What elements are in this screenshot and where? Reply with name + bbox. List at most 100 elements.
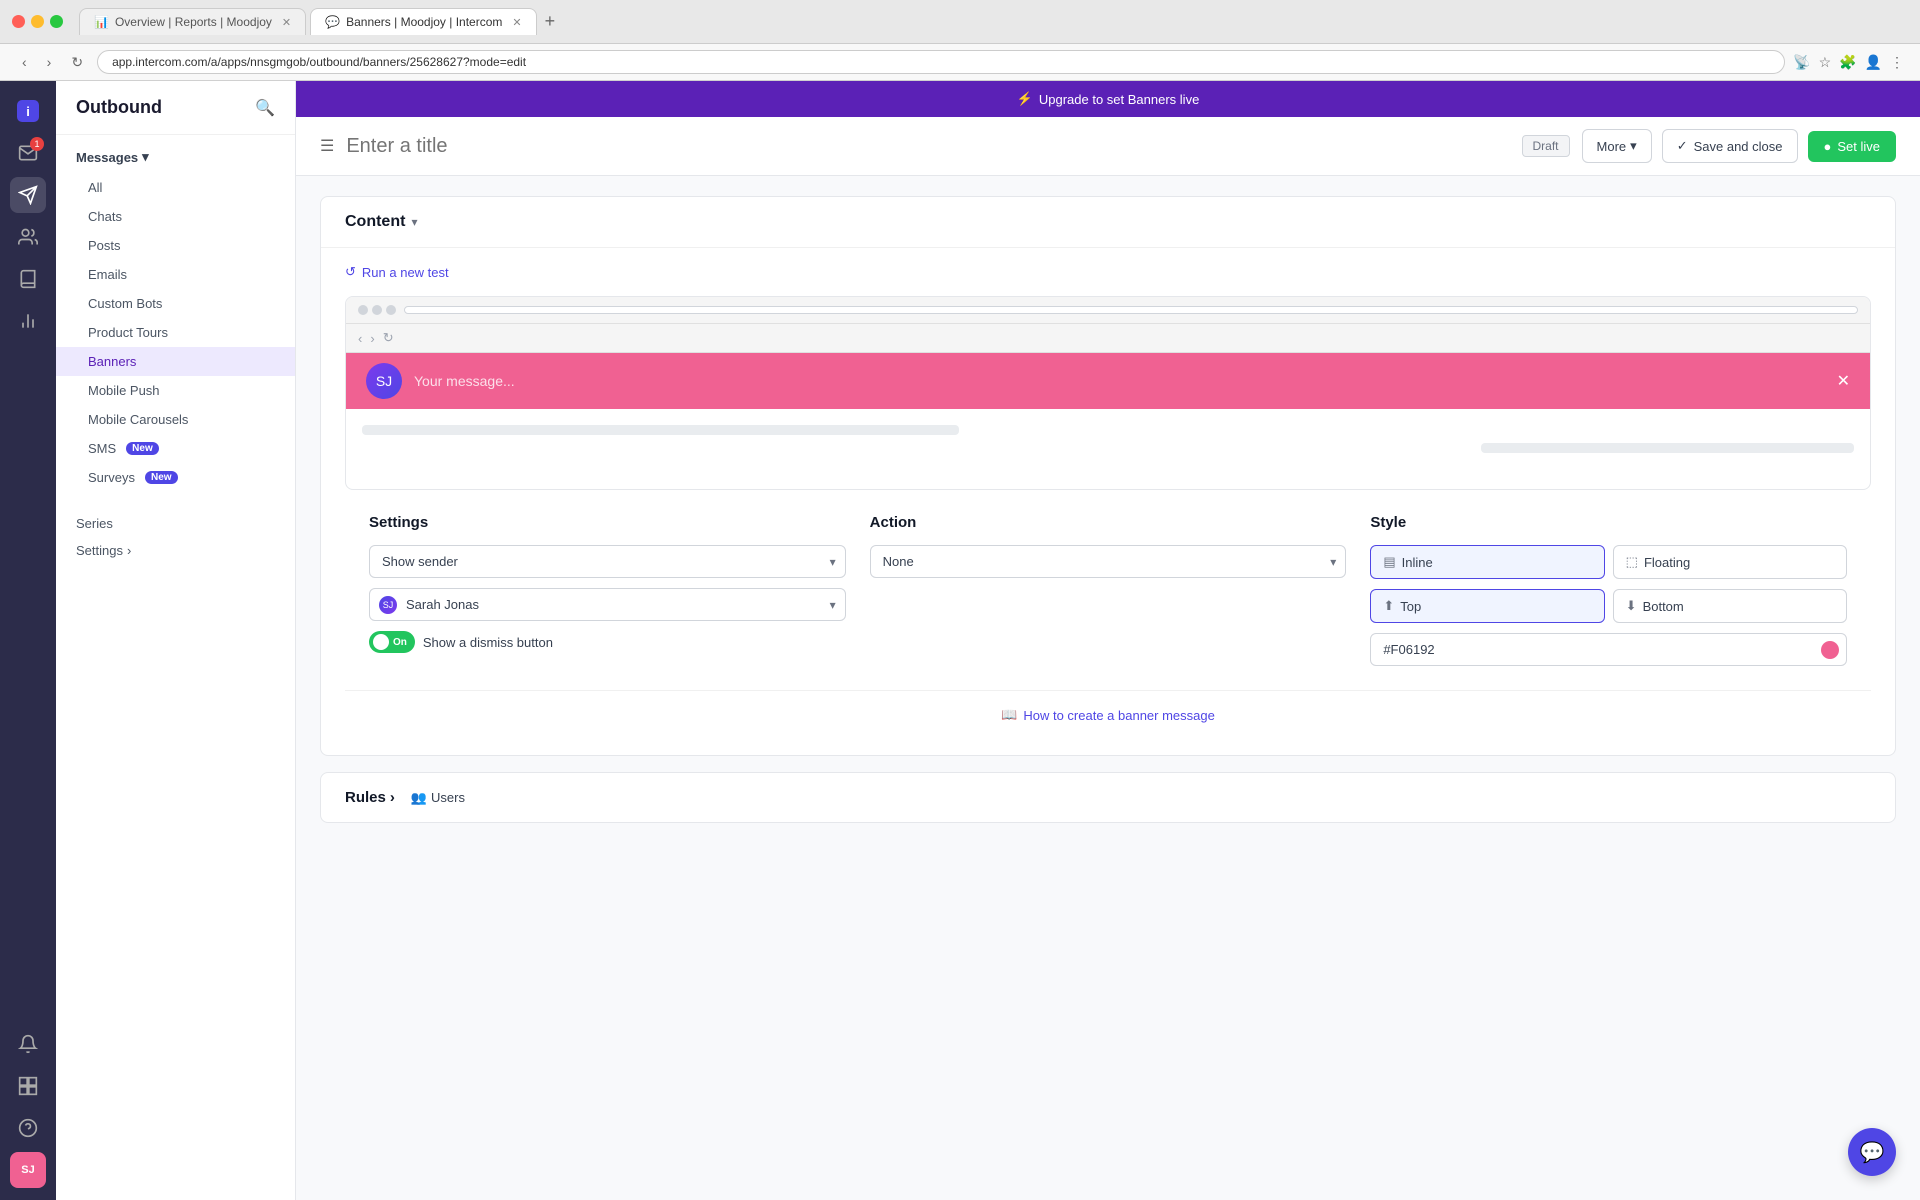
preview-dot-3 (386, 305, 396, 315)
action-select[interactable]: None (870, 545, 1347, 578)
rules-card-header: Rules › 👥 Users (345, 789, 1871, 806)
inbox-badge: 1 (30, 137, 44, 151)
rail-outbound[interactable] (10, 177, 46, 213)
sidebar-item-mobile-carousels[interactable]: Mobile Carousels (56, 405, 295, 434)
tab-close-banners[interactable]: ✕ (512, 16, 521, 29)
top-option[interactable]: ⬆ Top (1370, 589, 1604, 623)
set-live-button[interactable]: ● Set live (1808, 131, 1897, 162)
sidebar-item-all[interactable]: All (56, 173, 295, 202)
banner-strip: SJ ✕ (346, 353, 1870, 409)
color-input[interactable] (1370, 633, 1847, 666)
banner-close-icon[interactable]: ✕ (1837, 371, 1850, 391)
top-icon: ⬆ (1383, 598, 1394, 614)
sidebar-title: Outbound (76, 97, 162, 118)
color-swatch[interactable] (1821, 641, 1839, 659)
title-input[interactable] (346, 135, 1509, 158)
minimize-window-button[interactable] (31, 15, 44, 28)
address-input[interactable] (97, 50, 1785, 74)
sidebar-settings-item[interactable]: Settings › (76, 537, 275, 564)
preview-line-1 (362, 425, 959, 435)
sidebar-item-mobile-push[interactable]: Mobile Push (56, 376, 295, 405)
tab-close-reports[interactable]: ✕ (282, 16, 291, 29)
save-close-button[interactable]: ✓ Save and close (1662, 129, 1798, 163)
rail-reports[interactable] (10, 303, 46, 339)
hamburger-icon[interactable]: ☰ (320, 136, 334, 156)
rules-title[interactable]: Rules › (345, 789, 395, 806)
sender-select-wrapper: SJ Sarah Jonas (369, 588, 846, 621)
rules-chevron-icon: › (390, 789, 395, 806)
sidebar-item-sms[interactable]: SMS New (56, 434, 295, 463)
inline-icon: ▤ (1383, 554, 1395, 570)
sidebar-series-item[interactable]: Series (76, 510, 275, 537)
preview-chrome (346, 297, 1870, 324)
help-link[interactable]: 📖 How to create a banner message (345, 690, 1871, 739)
more-button[interactable]: More ▾ (1582, 129, 1652, 163)
run-test-link[interactable]: ↺ Run a new test (345, 264, 1871, 280)
rail-inbox[interactable]: 1 (10, 135, 46, 171)
new-tab-button[interactable]: + (541, 8, 560, 35)
sidebar-messages-label[interactable]: Messages ▾ (56, 141, 295, 173)
preview-dots (358, 305, 396, 315)
content-card-body: ↺ Run a new test (321, 248, 1895, 755)
preview-bottom-lines (362, 443, 1854, 461)
browser-window-controls (12, 15, 63, 28)
action-title: Action (870, 514, 1347, 531)
preview-line-2 (1481, 443, 1854, 453)
settings-group: Settings Show sender SJ Sarah Jonas (369, 514, 846, 666)
tab-icon-reports: 📊 (94, 15, 109, 29)
rail-knowledge[interactable] (10, 261, 46, 297)
sidebar-item-surveys[interactable]: Surveys New (56, 463, 295, 492)
sidebar-item-emails[interactable]: Emails (56, 260, 295, 289)
show-sender-select[interactable]: Show sender (369, 545, 846, 578)
rail-apps[interactable] (10, 1068, 46, 1104)
extension-icon[interactable]: 🧩 (1839, 54, 1856, 71)
bottom-option[interactable]: ⬇ Bottom (1613, 589, 1847, 623)
rail-avatar[interactable]: SJ (10, 1152, 46, 1188)
toggle-on-label: On (393, 637, 407, 648)
search-button[interactable]: 🔍 (255, 98, 275, 118)
editor-area: Content ▾ ↺ Run a new test (296, 176, 1920, 1200)
menu-icon[interactable]: ⋮ (1890, 54, 1904, 71)
browser-tabs: 📊 Overview | Reports | Moodjoy ✕ 💬 Banne… (79, 8, 559, 35)
browser-tab-banners[interactable]: 💬 Banners | Moodjoy | Intercom ✕ (310, 8, 536, 35)
chat-widget[interactable]: 💬 (1848, 1128, 1896, 1176)
cast-icon[interactable]: 📡 (1793, 54, 1810, 71)
app-layout: i 1 SJ Outbound � (0, 81, 1920, 1200)
sidebar-item-posts[interactable]: Posts (56, 231, 295, 260)
profile-icon[interactable]: 👤 (1865, 54, 1882, 71)
sidebar-item-product-tours[interactable]: Product Tours (56, 318, 295, 347)
sender-select[interactable]: Sarah Jonas (369, 588, 846, 621)
sidebar-item-custom-bots[interactable]: Custom Bots (56, 289, 295, 318)
upgrade-icon: ⚡ (1017, 91, 1033, 107)
sidebar: Outbound 🔍 Messages ▾ All Chats Posts Em… (56, 81, 296, 1200)
style-group: Style ▤ Inline ⬚ Floating (1370, 514, 1847, 666)
chat-widget-icon: 💬 (1860, 1140, 1885, 1165)
tab-icon-banners: 💬 (325, 15, 340, 29)
reload-button[interactable]: ↻ (65, 52, 89, 73)
inline-option[interactable]: ▤ Inline (1370, 545, 1604, 579)
banner-message-input[interactable] (414, 373, 1825, 389)
sidebar-header: Outbound 🔍 (56, 81, 295, 135)
sidebar-item-chats[interactable]: Chats (56, 202, 295, 231)
browser-tab-reports[interactable]: 📊 Overview | Reports | Moodjoy ✕ (79, 8, 306, 35)
maximize-window-button[interactable] (50, 15, 63, 28)
sidebar-item-banners[interactable]: Banners (56, 347, 295, 376)
forward-button[interactable]: › (41, 52, 58, 72)
upgrade-banner[interactable]: ⚡ Upgrade to set Banners live (296, 81, 1920, 117)
users-tab[interactable]: 👥 Users (411, 790, 465, 806)
content-card-header[interactable]: Content ▾ (321, 197, 1895, 248)
draft-badge: Draft (1522, 135, 1570, 157)
rail-logo[interactable]: i (10, 93, 46, 129)
rail-users[interactable] (10, 219, 46, 255)
rail-help[interactable] (10, 1110, 46, 1146)
color-input-wrapper (1370, 633, 1847, 666)
back-button[interactable]: ‹ (16, 52, 33, 72)
main-content: ⚡ Upgrade to set Banners live ☰ Draft Mo… (296, 81, 1920, 1200)
close-window-button[interactable] (12, 15, 25, 28)
toggle-circle (373, 634, 389, 650)
dismiss-toggle[interactable]: On (369, 631, 415, 653)
floating-option[interactable]: ⬚ Floating (1613, 545, 1847, 579)
rail-notifications[interactable] (10, 1026, 46, 1062)
bookmark-icon[interactable]: ☆ (1819, 54, 1832, 71)
book-icon: 📖 (1001, 707, 1017, 723)
